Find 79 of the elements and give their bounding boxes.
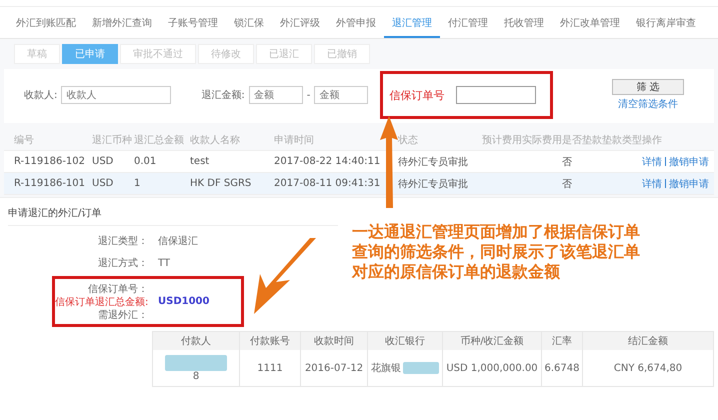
field-label: 退汇方式：: [97, 256, 148, 270]
table-cell: 8: [192, 370, 200, 382]
field-label: 退汇类型：: [97, 234, 148, 248]
column-header: 结汇金额: [627, 334, 669, 349]
nav-tab[interactable]: 外汇到账匹配: [8, 11, 84, 38]
status-tab[interactable]: 已申请: [62, 44, 118, 64]
table-cell-text: USD: [92, 178, 114, 189]
column-header: 编号: [13, 134, 35, 146]
column-header: 退汇总金额: [134, 134, 185, 146]
column-header: 收汇银行: [368, 332, 443, 350]
table-cell-text: 0.01: [134, 156, 158, 167]
nav-tab[interactable]: 锁汇保: [226, 11, 272, 38]
column-header: 垫款类型: [602, 134, 642, 146]
column-header: 汇率: [542, 332, 583, 350]
filter-label: 收款人:: [24, 89, 58, 102]
table-cell: 6.6748: [544, 362, 580, 374]
field-label: 需退外汇：: [97, 308, 148, 322]
table-cell-text: 否: [562, 178, 573, 190]
column-header: 收款人名称: [190, 134, 241, 146]
table-cell-text: 1: [134, 178, 142, 189]
field-value: 信保退汇: [158, 234, 198, 248]
column-header: 预计费用: [482, 134, 522, 146]
field-label: 信保订单号：: [87, 282, 148, 296]
action-link[interactable]: 详情: [642, 154, 662, 168]
table-cell-text: HK DF SGRS: [190, 178, 252, 189]
payee-field[interactable]: 收款人: [61, 86, 172, 104]
table-cell: CNY 6,674,80: [614, 362, 682, 374]
nav-tab[interactable]: 付汇管理: [440, 11, 496, 38]
table-cell: 1111: [257, 362, 283, 374]
table-cell-text: 待外汇专员审批: [398, 156, 469, 168]
table-cell-text: 2017-08-11 09:41:31: [274, 178, 382, 189]
table-cell-text: 否: [562, 156, 573, 168]
column-header: 付款人: [153, 332, 240, 350]
field-value: TT: [158, 258, 170, 268]
table-cell: 2016-07-12: [304, 362, 364, 374]
clear-filters-link[interactable]: 清空筛选条件: [618, 97, 678, 111]
column-header: 操作: [642, 134, 663, 146]
column-header: 申请时间: [274, 134, 315, 146]
nav-tab[interactable]: 新增外汇查询: [84, 11, 160, 38]
annotation-text: 一达通退汇管理页面增加了根据信保订单查询的筛选条件，同时展示了该笔退汇单对应的原信保订单的退款金额: [352, 222, 641, 282]
filter-label: 退汇金额:: [201, 88, 245, 102]
action-link[interactable]: 撤销申请: [669, 154, 709, 168]
table-cell-text: R-119186-101: [13, 178, 86, 189]
nav-tab[interactable]: 外汇改单管理: [552, 11, 628, 38]
nav-tab[interactable]: 外汇评级: [272, 11, 328, 38]
filter-button[interactable]: 筛 选: [612, 79, 684, 95]
field-value: USD1000: [158, 296, 210, 307]
column-header: 币种/收汇金额: [443, 332, 542, 350]
nav-tab[interactable]: 退汇管理: [384, 11, 440, 38]
section-title: 申请退汇的外汇/订单: [8, 206, 338, 226]
table-cell-text: USD: [92, 156, 114, 167]
table-cell-text: R-119186-102: [13, 156, 86, 167]
table-cell-text: test: [190, 156, 210, 167]
nav-tab[interactable]: 托收管理: [496, 11, 552, 38]
column-header: 退汇币种: [92, 134, 133, 146]
redaction-mark: [165, 354, 227, 370]
column-header: 状态: [398, 134, 419, 146]
column-header: 收款时间: [301, 332, 368, 350]
range-separator: -: [306, 90, 310, 100]
nav-tab[interactable]: 子账号管理: [160, 11, 226, 38]
table-cell-text: 待外汇专员审批: [398, 178, 469, 190]
column-header: 是否垫款: [562, 134, 602, 146]
order-number-field[interactable]: [456, 86, 536, 104]
action-link[interactable]: 撤销申请: [669, 176, 709, 190]
column-header: 实际费用: [522, 134, 562, 146]
table-cell-text: 2017-08-22 14:40:11: [274, 156, 382, 167]
column-header: 付款账号: [240, 332, 301, 350]
filter-label: 信保订单号: [389, 88, 444, 102]
field-label: 信保订单退汇总金额:: [55, 296, 148, 308]
nav-tab[interactable]: 银行离岸审查: [628, 11, 704, 38]
table-cell: USD 1,000,000.00: [446, 362, 538, 374]
redaction-mark: [403, 362, 439, 374]
amount-field[interactable]: 金额: [248, 86, 303, 104]
table-cell-text: 花旗银: [371, 362, 401, 375]
nav-tab[interactable]: 外管申报: [328, 11, 384, 38]
action-link[interactable]: 详情: [642, 176, 662, 190]
amount-field[interactable]: 金额: [314, 86, 368, 104]
table-row[interactable]: R-119186-101 USD 1 HK DF SGRS 2017-08-11 09:41:31 待外汇专员审批 否 详情 撤销申请: [4, 173, 714, 195]
arrow-icon: [380, 116, 398, 208]
